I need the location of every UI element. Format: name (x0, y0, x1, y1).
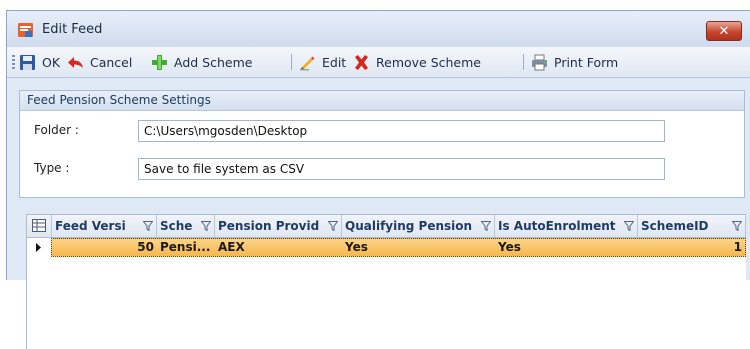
add-icon (152, 54, 167, 70)
ok-label: OK (42, 54, 61, 70)
save-icon (20, 54, 35, 70)
cell-scheme-id[interactable]: 1 (638, 239, 745, 256)
toolbar-separator (291, 54, 292, 70)
edit-button[interactable]: Edit (299, 52, 346, 72)
column-header-is-autoenrolment[interactable]: Is AutoEnrolment (495, 215, 638, 237)
type-input[interactable] (138, 158, 665, 180)
cancel-label: Cancel (90, 54, 133, 70)
cell-qualifying-pension[interactable]: Yes (342, 239, 495, 256)
title-bar[interactable]: Edit Feed ✕ (7, 11, 750, 47)
current-row-indicator-icon (36, 243, 41, 252)
type-label: Type : (34, 161, 70, 175)
filter-icon[interactable] (143, 221, 153, 231)
edit-label: Edit (322, 54, 347, 70)
column-header-pension-provider[interactable]: Pension Provid (215, 215, 342, 237)
cancel-button[interactable]: Cancel (67, 52, 132, 72)
window-title: Edit Feed (42, 22, 103, 37)
pension-scheme-grid: Feed Versi Sche Pension Provid Qualifyin… (26, 214, 746, 349)
add-scheme-label: Add Scheme (174, 54, 253, 70)
toolbar-separator (523, 54, 524, 70)
folder-input[interactable] (138, 120, 665, 142)
ok-button[interactable]: OK (19, 52, 60, 72)
cell-is-autoenrolment[interactable]: Yes (495, 239, 638, 256)
filter-icon[interactable] (624, 221, 634, 231)
cell-scheme[interactable]: Pensi... (157, 239, 215, 256)
filter-icon[interactable] (328, 221, 338, 231)
cell-feed-version[interactable]: 50 (52, 239, 157, 256)
back-arrow-icon (68, 56, 83, 68)
filter-icon[interactable] (201, 221, 211, 231)
remove-scheme-button[interactable]: Remove Scheme (353, 52, 481, 72)
column-header-scheme-id[interactable]: SchemeID (638, 215, 746, 237)
close-button[interactable]: ✕ (706, 21, 742, 41)
grid-header: Feed Versi Sche Pension Provid Qualifyin… (27, 215, 746, 238)
filter-icon[interactable] (481, 221, 491, 231)
edit-feed-window: Edit Feed ✕ OK Cancel Add Scheme Edit Re… (6, 10, 750, 349)
pencil-icon (300, 56, 315, 70)
add-scheme-button[interactable]: Add Scheme (151, 52, 252, 72)
form-content: Feed Pension Scheme Settings Folder : Ty… (7, 78, 750, 349)
edit-feed-icon (18, 23, 33, 37)
column-header-qualifying-pension[interactable]: Qualifying Pension (342, 215, 495, 237)
remove-scheme-label: Remove Scheme (376, 54, 481, 70)
column-header-feed-version[interactable]: Feed Versi (52, 215, 157, 237)
toolbar-grip[interactable] (12, 55, 15, 69)
delete-x-icon (355, 54, 368, 70)
feed-pension-scheme-settings: Feed Pension Scheme Settings Folder : Ty… (19, 90, 745, 198)
cell-pension-provider[interactable]: AEX (215, 239, 342, 256)
toolbar: OK Cancel Add Scheme Edit Remove Scheme … (7, 47, 750, 78)
column-header-scheme[interactable]: Sche (157, 215, 215, 237)
folder-label: Folder : (34, 123, 79, 137)
print-form-label: Print Form (554, 54, 619, 70)
settings-group-header: Feed Pension Scheme Settings (20, 91, 744, 111)
table-row[interactable]: 50 Pensi... AEX Yes Yes 1 (51, 238, 746, 257)
close-icon: ✕ (718, 23, 730, 39)
column-chooser-icon (32, 219, 46, 232)
filter-icon[interactable] (732, 221, 742, 231)
print-icon (532, 54, 547, 70)
print-form-button[interactable]: Print Form (531, 52, 618, 72)
column-chooser-button[interactable] (27, 215, 52, 237)
